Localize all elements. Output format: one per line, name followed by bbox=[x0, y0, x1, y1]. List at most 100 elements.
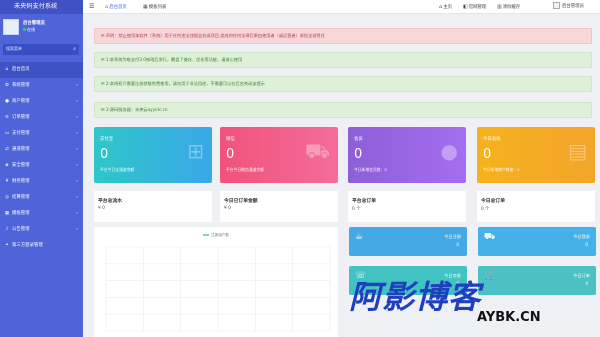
summary-card-today-amount: 今日已订单金额 ¥ 0 bbox=[220, 191, 338, 222]
sidebar-item-third-party-login[interactable]: ⚭ 第三方登录管理 bbox=[0, 238, 83, 254]
home-icon: ⌂ bbox=[105, 4, 109, 10]
tile-today-login: ⛟ 今日登录 0 bbox=[478, 227, 596, 256]
user-name: 后台管理员 bbox=[23, 21, 45, 26]
sidebar-item-label: 商户管理 bbox=[12, 99, 30, 104]
watermark-domain: AYBK.CN bbox=[477, 310, 541, 325]
sidebar-search[interactable]: 搜索菜单 ⌕ bbox=[3, 44, 79, 55]
watermark-text: 阿影博客 bbox=[349, 278, 482, 316]
document-icon: ▤ bbox=[568, 139, 587, 163]
chevron-left-icon: ‹ bbox=[76, 115, 78, 120]
registered-users-chart: 注册用户数 bbox=[94, 227, 338, 337]
summary-value: ¥ 0 bbox=[98, 206, 105, 211]
chevron-left-icon: ‹ bbox=[76, 227, 78, 232]
summary-value: 0 个 bbox=[481, 207, 490, 212]
sidebar-item-announcement[interactable]: ♪ 公告管理 ‹ bbox=[0, 222, 83, 238]
tile-title: 今日注册 bbox=[444, 234, 461, 239]
settle-icon: ◎ bbox=[5, 195, 9, 200]
money-icon: ¥ bbox=[5, 179, 9, 184]
sidebar-item-settlement[interactable]: ◎ 结算管理 ‹ bbox=[0, 190, 83, 206]
sidebar-item-label: 通道管理 bbox=[12, 147, 30, 152]
user-panel: 后台管理员 在线 bbox=[0, 14, 83, 40]
disclaimer-alert: ✉ 声明：禁止使用本软件（系统）用于任何违法违规业务或项目,造成的任何法律后果由… bbox=[94, 28, 592, 44]
website-manage-link[interactable]: ◧官网管理 bbox=[463, 0, 486, 15]
menu-toggle-icon[interactable]: ☰ bbox=[89, 0, 94, 14]
channel-icon: ⇄ bbox=[5, 147, 9, 152]
home-icon: ⌂ bbox=[439, 4, 443, 10]
tile-value: 0 bbox=[585, 242, 588, 247]
sidebar-item-label: 支付管理 bbox=[12, 131, 30, 136]
alert-text: 声明：禁止使用本软件（系统）用于任何违法违规业务或项目,造成的任何法律后果由使用… bbox=[105, 33, 325, 38]
sidebar-item-channel[interactable]: ⇄ 通道管理 ‹ bbox=[0, 142, 83, 158]
clear-cache-label: 清除缓存 bbox=[502, 5, 521, 10]
alert-text: 3:源码服务器：未央云ayyidc.cn bbox=[105, 107, 168, 112]
user-status-text: 在线 bbox=[27, 27, 35, 32]
tile-today-register: ☕ 今日注册 0 bbox=[349, 227, 467, 256]
summary-title: 平台总订单 bbox=[352, 199, 376, 204]
cart-icon: ⛟ bbox=[304, 139, 330, 163]
sidebar-item-home[interactable]: ⌂ 后台首页 bbox=[0, 62, 83, 78]
chevron-left-icon: ‹ bbox=[76, 131, 78, 136]
home-link-label: 主页 bbox=[443, 5, 452, 10]
clear-cache-button[interactable]: ▥清除缓存 bbox=[497, 0, 520, 15]
stat-title: 微信 bbox=[226, 137, 235, 142]
chart-plot-area bbox=[105, 246, 331, 332]
sidebar-item-orders[interactable]: ≡ 订单管理 ‹ bbox=[0, 110, 83, 126]
summary-card-total-orders: 平台总订单 0 个 bbox=[348, 191, 466, 222]
home-link[interactable]: ⌂主页 bbox=[439, 0, 452, 15]
search-icon[interactable]: ⌕ bbox=[73, 46, 76, 52]
stat-value: 0 bbox=[354, 147, 363, 162]
avatar[interactable] bbox=[3, 19, 19, 35]
tab-home[interactable]: ⌂后台首页 bbox=[105, 0, 127, 15]
stat-subtitle: 今日新增会员数：0 bbox=[354, 167, 387, 172]
sidebar-item-merchant[interactable]: ● 商户管理 ‹ bbox=[0, 94, 83, 110]
online-dot-icon bbox=[23, 28, 26, 31]
network-icon: ⊞ bbox=[187, 139, 204, 163]
top-navbar: ☰ ⌂后台首页 ▦模板列表 ⌂主页 ◧官网管理 ▥清除缓存 后台管理员 bbox=[83, 0, 600, 14]
sidebar-item-system[interactable]: ⚙ 系统管理 ‹ bbox=[0, 78, 83, 94]
alert-text: 2:本授权只需要注册就能免费使用，请勿用于非法用途，不需要可以在后台关闭该提示 bbox=[105, 81, 265, 86]
stat-subtitle: 平台今日宝通道余额 bbox=[100, 167, 135, 172]
sidebar-item-security[interactable]: ◈ 安全管理 ‹ bbox=[0, 158, 83, 174]
admin-user-label: 后台管理员 bbox=[562, 4, 584, 9]
tile-value: 0 bbox=[456, 242, 459, 247]
stat-value: 0 bbox=[100, 147, 109, 162]
home-icon: ⌂ bbox=[5, 67, 9, 72]
stat-subtitle: 平台今日微信通道余额 bbox=[226, 167, 264, 172]
tab-template-list[interactable]: ▦模板列表 bbox=[143, 0, 166, 15]
link-icon: ⚭ bbox=[5, 243, 9, 248]
watermark: 阿影博客 AYBK.CN bbox=[349, 272, 594, 332]
bell-icon: ♪ bbox=[5, 227, 9, 232]
admin-user-menu[interactable]: 后台管理员 bbox=[553, 0, 584, 14]
list-icon: ≡ bbox=[5, 115, 9, 120]
sidebar-item-payment[interactable]: ▭ 支付管理 ‹ bbox=[0, 126, 83, 142]
tile-title: 今日登录 bbox=[573, 234, 590, 239]
notice-alert-3: ✉ 3:源码服务器：未央云ayyidc.cn bbox=[94, 102, 592, 118]
alert-text: 1:本系统为唯支付3.0修改后发行，覆盖了美化、优化等功能，请放心使用 bbox=[105, 57, 243, 62]
stat-card-wechat: 微信 0 平台今日微信通道余额 ⛟ bbox=[220, 127, 338, 183]
credit-card-icon: ▭ bbox=[4, 131, 10, 136]
stat-value: 0 bbox=[483, 147, 492, 162]
website-manage-label: 官网管理 bbox=[468, 5, 487, 10]
cup-icon: ☕ bbox=[355, 232, 364, 242]
sidebar-item-template[interactable]: ▦ 模板管理 ‹ bbox=[0, 206, 83, 222]
sidebar-item-label: 第三方登录管理 bbox=[12, 243, 43, 248]
sidebar-item-label: 后台首页 bbox=[12, 67, 30, 72]
template-icon: ▦ bbox=[143, 4, 148, 10]
search-input[interactable]: 搜索菜单 bbox=[6, 46, 22, 52]
stat-card-today-income: 今日总收 0 今日新增商户数量：0 ▤ bbox=[477, 127, 595, 183]
website-icon: ◧ bbox=[463, 4, 468, 10]
shield-icon: ◈ bbox=[5, 163, 9, 168]
trash-icon: ▥ bbox=[497, 4, 502, 10]
sidebar-item-label: 模板管理 bbox=[12, 211, 30, 216]
summary-title: 今日总订单 bbox=[481, 199, 505, 204]
template-icon: ▦ bbox=[4, 211, 10, 216]
stat-card-alipay: 支付宝 0 平台今日宝通道余额 ⊞ bbox=[94, 127, 212, 183]
stat-title: 今日总收 bbox=[483, 137, 501, 142]
sidebar-item-finance[interactable]: ¥ 财务管理 ‹ bbox=[0, 174, 83, 190]
stat-card-members: 会员 0 今日新增会员数：0 ● bbox=[348, 127, 466, 183]
app-title: 未央码支付系统 bbox=[0, 0, 83, 14]
chevron-left-icon: ‹ bbox=[76, 163, 78, 168]
notice-alert-1: ✉ 1:本系统为唯支付3.0修改后发行，覆盖了美化、优化等功能，请放心使用 bbox=[94, 52, 592, 68]
chevron-left-icon: ‹ bbox=[76, 147, 78, 152]
summary-value: ¥ 0 bbox=[224, 206, 231, 211]
